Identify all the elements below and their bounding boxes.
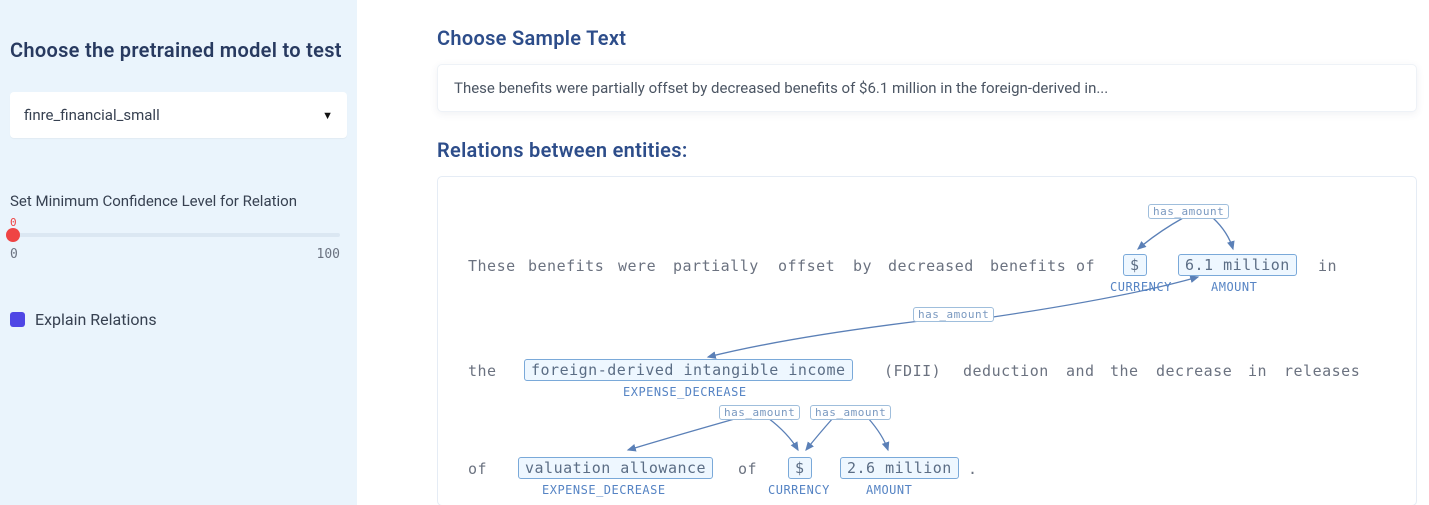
token: by <box>853 257 872 275</box>
token: the <box>1110 362 1139 380</box>
model-select[interactable]: finre_financial_small ▼ <box>10 92 347 138</box>
token: of <box>1076 257 1095 275</box>
sidebar: Choose the pretrained model to test finr… <box>0 0 357 505</box>
relations-canvas: has_amount has_amount has_amount has_amo… <box>437 176 1417 505</box>
choose-model-title: Choose the pretrained model to test <box>10 38 347 62</box>
token: partially <box>673 257 759 275</box>
token: decreased <box>888 257 974 275</box>
slider-min: 0 <box>10 247 18 262</box>
entity-amount: 6.1 million <box>1178 254 1297 276</box>
entity-type-amount: AMOUNT <box>866 483 912 497</box>
token: benefits <box>990 257 1066 275</box>
entity-expense-decrease: valuation allowance <box>518 457 713 479</box>
confidence-value: 0 <box>10 216 347 229</box>
entity-amount: 2.6 million <box>840 457 959 479</box>
entity-currency: $ <box>1123 254 1147 276</box>
sample-text-title: Choose Sample Text <box>437 26 1429 50</box>
main-panel: Choose Sample Text These benefits were p… <box>357 0 1429 505</box>
entity-type-expense-decrease: EXPENSE_DECREASE <box>623 385 747 399</box>
confidence-slider[interactable] <box>10 233 340 237</box>
confidence-label: Set Minimum Confidence Level for Relatio… <box>10 192 347 210</box>
relation-arrows <box>438 177 1418 505</box>
token: deduction <box>963 362 1049 380</box>
token: of <box>738 460 757 478</box>
token: the <box>468 362 497 380</box>
entity-type-currency: CURRENCY <box>768 483 830 497</box>
slider-max: 100 <box>317 247 340 262</box>
slider-thumb[interactable] <box>6 228 20 242</box>
token: (FDII) <box>884 362 941 380</box>
slider-scale: 0 100 <box>10 247 340 262</box>
token: These <box>468 257 516 275</box>
explain-relations-label: Explain Relations <box>35 310 157 329</box>
relation-label-has-amount: has_amount <box>913 307 994 322</box>
relation-label-has-amount: has_amount <box>810 405 891 420</box>
token: decrease <box>1156 362 1232 380</box>
entity-type-currency: CURRENCY <box>1110 280 1172 294</box>
explain-relations-checkbox[interactable]: Explain Relations <box>10 310 347 329</box>
token: . <box>968 460 978 478</box>
token: and <box>1066 362 1095 380</box>
entity-type-amount: AMOUNT <box>1211 280 1257 294</box>
entity-currency: $ <box>788 457 812 479</box>
token: releases <box>1284 362 1360 380</box>
model-selected-value: finre_financial_small <box>24 106 160 124</box>
token: were <box>618 257 656 275</box>
token: offset <box>778 257 835 275</box>
sample-text-value: These benefits were partially offset by … <box>454 79 1108 97</box>
token: of <box>468 460 487 478</box>
relation-label-has-amount: has_amount <box>719 405 800 420</box>
checkbox-checked-icon <box>10 312 25 327</box>
sample-text-select[interactable]: These benefits were partially offset by … <box>437 64 1417 112</box>
relations-title: Relations between entities: <box>437 138 1429 162</box>
relation-label-has-amount: has_amount <box>1148 204 1229 219</box>
entity-type-expense-decrease: EXPENSE_DECREASE <box>542 483 666 497</box>
token: in <box>1318 257 1337 275</box>
caret-down-icon: ▼ <box>322 109 333 122</box>
token: in <box>1248 362 1267 380</box>
token: benefits <box>528 257 604 275</box>
entity-expense-decrease: foreign-derived intangible income <box>524 359 853 381</box>
